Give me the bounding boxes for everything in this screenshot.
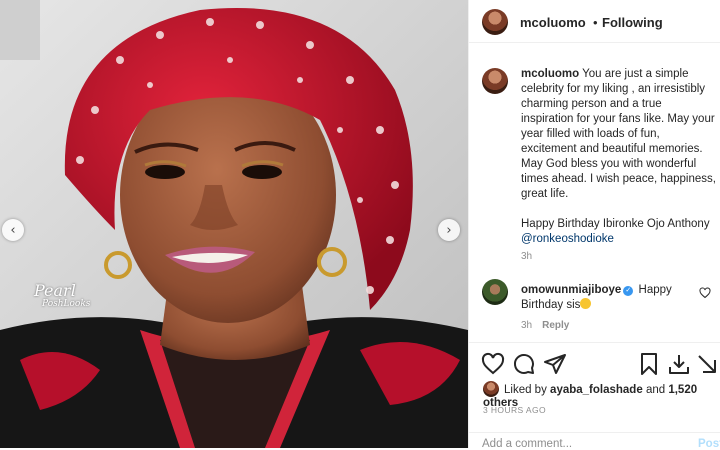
action-bar: [469, 352, 720, 378]
post-header: mcoluomo • Following: [469, 0, 720, 43]
following-button[interactable]: Following: [602, 15, 663, 30]
liker-avatar[interactable]: [483, 381, 499, 397]
carousel-prev-button[interactable]: ‹: [2, 219, 24, 241]
author-username[interactable]: mcoluomo: [520, 15, 586, 30]
add-comment-input[interactable]: [482, 438, 672, 450]
commenter-username[interactable]: omowunmiajiboye: [521, 284, 621, 296]
chevron-right-icon: ›: [446, 222, 452, 238]
caption-paragraph-3: Happy Birthday Ibironke Ojo Anthony: [521, 218, 710, 230]
watermark-line2: PoshLooks: [42, 299, 91, 309]
caption-mention-link[interactable]: @ronkeoshodioke: [521, 233, 614, 245]
reply-button[interactable]: Reply: [542, 320, 569, 331]
watermark-line1: Pearl: [34, 281, 76, 300]
chevron-left-icon: ‹: [10, 222, 16, 238]
carousel-next-button[interactable]: ›: [438, 219, 460, 241]
commenter-avatar[interactable]: [482, 279, 508, 305]
caption-avatar[interactable]: [482, 68, 508, 94]
caption-username[interactable]: mcoluomo: [521, 68, 579, 80]
post-photo[interactable]: Pearl PoshLooks ‹ ›: [0, 0, 468, 448]
header-separator: •: [593, 15, 598, 30]
likes-prefix: Liked by: [504, 384, 547, 396]
comment-like-heart-icon[interactable]: [699, 287, 711, 299]
post-side-panel: mcoluomo • Following mcoluomo You are ju…: [468, 0, 720, 448]
likes-conjunction: and: [645, 384, 666, 396]
liker-username[interactable]: ayaba_folashade: [550, 384, 643, 396]
post-comment-button[interactable]: Post: [698, 438, 720, 450]
portrait-image: [0, 0, 468, 448]
caption-paragraph-1: You are just a simple celebrity for my l…: [521, 68, 715, 155]
share-icon[interactable]: [543, 352, 567, 376]
more-icon[interactable]: [695, 352, 719, 376]
caption-paragraph-2: May God bless you with wonderful times a…: [521, 158, 716, 200]
photo-watermark: Pearl PoshLooks: [34, 283, 90, 309]
comment-meta: 3h Reply: [521, 320, 569, 331]
verified-badge-icon: ✓: [623, 286, 634, 296]
comment-icon[interactable]: [512, 352, 536, 376]
comment-time[interactable]: 3h: [521, 320, 532, 331]
emoji-icon: [580, 298, 592, 309]
heart-icon[interactable]: [481, 352, 505, 376]
caption-time[interactable]: 3h: [521, 251, 532, 262]
caption-text: mcoluomo You are just a simple celebrity…: [521, 67, 717, 247]
save-icon[interactable]: [637, 352, 661, 376]
comment-text: omowunmiajiboye ✓ Happy Birthday sis: [521, 283, 699, 313]
post-timestamp[interactable]: 3 HOURS AGO: [483, 405, 546, 415]
actions-divider: [469, 342, 720, 343]
download-icon[interactable]: [667, 352, 691, 376]
author-avatar[interactable]: [482, 9, 508, 35]
